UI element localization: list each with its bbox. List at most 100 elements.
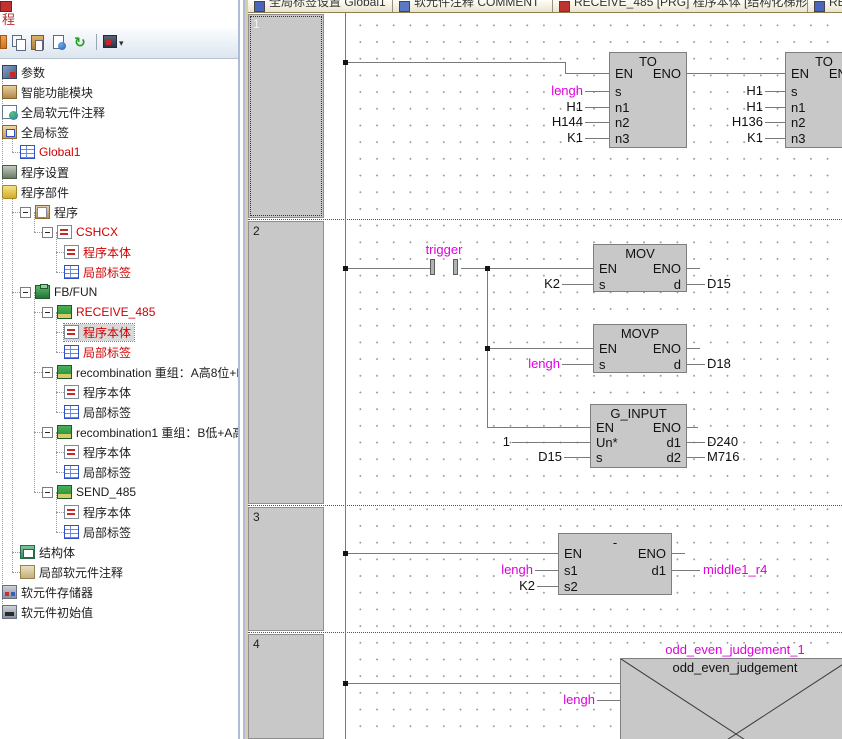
pin-label: n1	[615, 100, 629, 116]
tree-item[interactable]: CSHCX	[0, 222, 238, 242]
document-info-icon[interactable]	[53, 35, 64, 49]
tab-label: RECEIVE_485 [PRG] 局部标签	[829, 0, 842, 10]
contact-label[interactable]: trigger	[426, 242, 463, 258]
contact-bar[interactable]	[430, 259, 435, 275]
operand-label[interactable]: D15	[538, 449, 562, 465]
tree-item[interactable]: RECEIVE_485	[0, 302, 238, 322]
operand-label[interactable]: H1	[746, 99, 763, 115]
operand-label[interactable]: H136	[732, 114, 763, 130]
document-tab[interactable]: 全局标签设置 Global1	[248, 0, 393, 12]
rung-number-box[interactable]: 4	[248, 634, 324, 739]
fb-block--[interactable]: -ENs1s2ENOd1	[558, 533, 672, 595]
tree-expander-icon[interactable]	[20, 287, 31, 298]
fb-block-mov[interactable]: MOVENsENOd	[593, 244, 687, 292]
operand-label[interactable]: D240	[707, 434, 738, 450]
tree-expander-icon[interactable]	[20, 207, 31, 218]
tree-item[interactable]: 程序	[0, 202, 238, 222]
operand-label[interactable]: lengh	[501, 562, 533, 578]
tree-item[interactable]: recombination1 重组：B低+A高	[0, 422, 238, 442]
tree-item[interactable]: 局部标签	[0, 462, 238, 482]
wire	[687, 457, 705, 458]
operand-label[interactable]: H1	[746, 83, 763, 99]
tree-item[interactable]: FB/FUN	[0, 282, 238, 302]
document-tab[interactable]: 软元件注释 COMMENT	[393, 0, 553, 12]
tree-item[interactable]: 全局软元件注释	[0, 102, 238, 122]
fb-block-to[interactable]: TOENsn1n2n3ENO	[785, 52, 842, 148]
pin-label: n3	[791, 131, 805, 147]
fb-block-movp[interactable]: MOVPENsENOd	[593, 324, 687, 373]
tree-expander-icon[interactable]	[42, 227, 53, 238]
tree-expander-icon[interactable]	[42, 427, 53, 438]
rung-number-box[interactable]: 3	[248, 507, 324, 631]
tree-item[interactable]: 局部软元件注释	[0, 562, 238, 582]
wire	[562, 364, 593, 365]
operand-label[interactable]: K2	[544, 276, 560, 292]
tree-expander-icon[interactable]	[42, 307, 53, 318]
fb-block-g-input[interactable]: G_INPUTENUn*sENOd1d2	[590, 404, 687, 468]
tree-item[interactable]: 程序本体	[0, 442, 238, 462]
tree-item[interactable]: Global1	[0, 142, 238, 162]
gcomment-icon	[2, 105, 17, 119]
tree-item[interactable]: 结构体	[0, 542, 238, 562]
operand-label[interactable]: M716	[707, 449, 740, 465]
wire	[687, 427, 698, 428]
devinit-icon	[2, 605, 17, 619]
wire	[672, 570, 700, 571]
operand-label[interactable]: D15	[707, 276, 731, 292]
operand-label[interactable]: 1	[503, 434, 510, 450]
tree-item[interactable]: 程序本体	[0, 502, 238, 522]
sort-filter-dropdown-icon[interactable]: ▾	[119, 38, 124, 49]
document-tab[interactable]: RECEIVE_485 [PRG] 程序本体 [结构化梯形图/FBD]	[553, 0, 808, 12]
tree-item[interactable]: 程序部件	[0, 182, 238, 202]
pin-label: s	[599, 357, 606, 373]
rung-number-box[interactable]: 1	[248, 14, 324, 218]
pin-label: n2	[791, 115, 805, 131]
operand-label[interactable]: H144	[552, 114, 583, 130]
tree-item[interactable]: SEND_485	[0, 482, 238, 502]
contact-bar[interactable]	[453, 259, 458, 275]
tree-expander-icon[interactable]	[42, 367, 53, 378]
tree-item[interactable]: recombination 重组：A高8位+B	[0, 362, 238, 382]
operand-label[interactable]: middle1_r4	[703, 562, 767, 578]
tree-item[interactable]: 软元件初始值	[0, 602, 238, 622]
tree-item[interactable]: 程序本体	[0, 322, 238, 342]
tree-item-label: 结构体	[39, 544, 75, 561]
fb-block-odd-even-judgement[interactable]: odd_even_judgement	[620, 658, 842, 739]
operand-label[interactable]: H1	[566, 99, 583, 115]
operand-label[interactable]: lengh	[551, 83, 583, 99]
tree-item[interactable]: 局部标签	[0, 262, 238, 282]
pin-label: d1	[652, 563, 666, 579]
tree-item[interactable]: 局部标签	[0, 402, 238, 422]
tree-expander-icon[interactable]	[42, 487, 53, 498]
cut-icon[interactable]	[0, 35, 7, 49]
copy-icon[interactable]	[12, 35, 26, 50]
tree-item-label: 局部标签	[83, 404, 131, 421]
tree-item[interactable]: 参数	[0, 62, 238, 82]
fb-block-to[interactable]: TOENsn1n2n3ENO	[609, 52, 687, 148]
tree-item[interactable]: 局部标签	[0, 522, 238, 542]
table-icon	[64, 345, 79, 359]
rung-number-box[interactable]: 2	[248, 221, 324, 504]
operand-label[interactable]: K2	[519, 578, 535, 594]
tree-item[interactable]: 程序本体	[0, 242, 238, 262]
document-tab[interactable]: RECEIVE_485 [PRG] 局部标签	[808, 0, 842, 12]
tree-item[interactable]: 全局标签	[0, 122, 238, 142]
refresh-icon[interactable]: ↻	[74, 35, 86, 49]
fbfolder-icon	[57, 425, 72, 439]
wire	[565, 73, 609, 74]
wire	[487, 427, 590, 428]
paste-icon[interactable]	[31, 35, 44, 50]
tree-item[interactable]: 智能功能模块	[0, 82, 238, 102]
operand-label[interactable]: K1	[747, 130, 763, 146]
operand-label[interactable]: K1	[567, 130, 583, 146]
tree-item[interactable]: 软元件存储器	[0, 582, 238, 602]
sort-filter-icon[interactable]	[103, 35, 117, 48]
operand-label[interactable]: D18	[707, 356, 731, 372]
tree-item[interactable]: 程序设置	[0, 162, 238, 182]
operand-label[interactable]: lengh	[563, 692, 595, 708]
operand-label[interactable]: odd_even_judgement_1	[665, 642, 805, 658]
tree-item[interactable]: 程序本体	[0, 382, 238, 402]
operand-label[interactable]: lengh	[528, 356, 560, 372]
pin-label: s2	[564, 579, 578, 595]
tree-item[interactable]: 局部标签	[0, 342, 238, 362]
